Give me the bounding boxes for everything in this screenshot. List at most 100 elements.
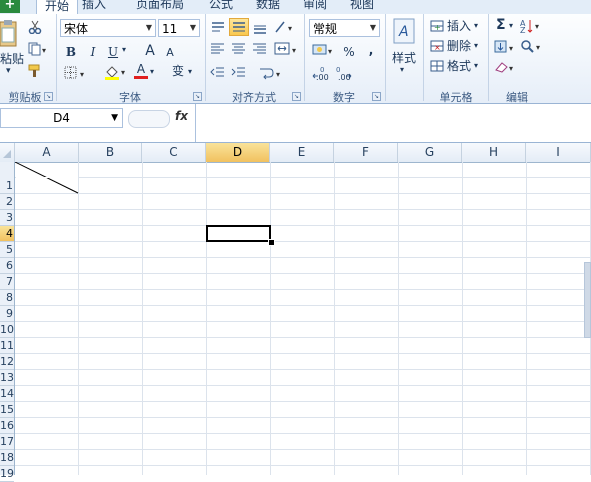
align-top-icon[interactable] [210, 20, 226, 37]
chevron-down-icon[interactable]: ▼ [367, 20, 379, 36]
paste-dropdown-icon[interactable]: ▾ [6, 66, 11, 76]
font-size-combo[interactable]: 11 ▼ [158, 19, 200, 37]
row-header[interactable]: 6 [0, 258, 14, 274]
number-launcher-icon[interactable]: ↘ [372, 92, 381, 101]
row-header-active[interactable]: 4 [0, 226, 14, 242]
underline-dropdown-icon[interactable]: ▾ [122, 45, 126, 54]
increase-indent-icon[interactable] [231, 66, 247, 83]
wrap-text-icon[interactable]: ▾ [258, 66, 284, 83]
alignment-launcher-icon[interactable]: ↘ [292, 92, 301, 101]
row-header[interactable]: 13 [0, 370, 14, 386]
align-middle-button[interactable] [229, 18, 249, 36]
formula-input[interactable] [195, 104, 591, 142]
fill-handle[interactable] [268, 239, 275, 246]
select-all-corner[interactable] [0, 143, 15, 162]
bold-button[interactable]: B [64, 43, 78, 61]
font-name-combo[interactable]: 宋体 ▼ [60, 19, 156, 37]
align-bottom-icon[interactable] [252, 20, 268, 37]
number-format-combo[interactable]: 常规 ▼ [309, 19, 380, 37]
format-painter-icon[interactable] [28, 64, 42, 81]
column-header[interactable]: E [270, 143, 334, 162]
row-header[interactable]: 14 [0, 386, 14, 402]
clear-icon[interactable]: ▾ [494, 60, 518, 77]
align-center-icon[interactable] [231, 42, 247, 59]
column-header[interactable]: F [334, 143, 398, 162]
align-left-icon[interactable] [210, 42, 226, 59]
tab-insert[interactable]: 插入 [82, 0, 106, 13]
fill-icon[interactable]: ▾ [494, 40, 518, 57]
sort-filter-icon[interactable]: A Z ▾ [520, 18, 544, 37]
insert-cells-icon[interactable]: + [430, 20, 444, 35]
autosum-button[interactable]: Σ [496, 17, 506, 33]
formula-bar-splitter[interactable] [128, 110, 170, 128]
row-header[interactable]: 18 [0, 450, 14, 466]
row-header[interactable]: 8 [0, 290, 14, 306]
paste-icon[interactable] [0, 20, 18, 48]
insert-cells-label[interactable]: 插入 [447, 17, 471, 34]
row-header[interactable]: 1 [0, 162, 14, 194]
row-header[interactable]: 5 [0, 242, 14, 258]
comma-button[interactable]: , [366, 41, 376, 59]
chevron-down-icon[interactable]: ▼ [111, 109, 118, 127]
name-box[interactable]: D4 ▼ [0, 108, 123, 128]
decrease-indent-icon[interactable] [210, 66, 226, 83]
column-header[interactable]: H [462, 143, 526, 162]
format-dropdown-icon[interactable]: ▾ [474, 61, 478, 70]
row-header[interactable]: 7 [0, 274, 14, 290]
font-color-dropdown-icon[interactable]: ▾ [150, 67, 154, 76]
row-header[interactable]: 3 [0, 210, 14, 226]
align-right-icon[interactable] [252, 42, 268, 59]
borders-icon[interactable]: ▾ [64, 66, 88, 83]
row-header[interactable]: 9 [0, 306, 14, 322]
tab-home[interactable]: 开始 [36, 0, 79, 15]
paste-button-label[interactable]: 粘贴 [0, 50, 24, 67]
file-tab-button[interactable]: + [0, 0, 20, 13]
insert-function-button[interactable]: fx [175, 109, 188, 123]
tab-data[interactable]: 数据 [256, 0, 280, 13]
font-color-button[interactable]: A [134, 62, 148, 79]
percent-button[interactable]: % [342, 43, 356, 61]
currency-icon[interactable]: ▾ [312, 42, 336, 61]
vertical-scrollbar-thumb[interactable] [584, 262, 591, 338]
chevron-down-icon[interactable]: ▼ [187, 20, 199, 36]
clipboard-launcher-icon[interactable]: ↘ [44, 92, 53, 101]
tab-review[interactable]: 审阅 [303, 0, 327, 13]
font-launcher-icon[interactable]: ↘ [193, 92, 202, 101]
row-header[interactable]: 11 [0, 338, 14, 354]
column-header[interactable]: I [526, 143, 591, 162]
format-cells-icon[interactable] [430, 60, 444, 75]
tab-page-layout[interactable]: 页面布局 [136, 0, 184, 13]
delete-cells-label[interactable]: 删除 [447, 37, 471, 54]
copy-icon[interactable]: ▾ [28, 42, 50, 59]
cut-icon[interactable] [28, 20, 42, 37]
active-cell-selection[interactable] [206, 225, 271, 242]
autosum-dropdown-icon[interactable]: ▾ [509, 21, 513, 30]
tab-formulas[interactable]: 公式 [209, 0, 233, 13]
insert-dropdown-icon[interactable]: ▾ [474, 21, 478, 30]
row-header[interactable]: 16 [0, 418, 14, 434]
column-header-active[interactable]: D [206, 143, 270, 162]
underline-button[interactable]: U [106, 43, 120, 61]
format-cells-label[interactable]: 格式 [447, 57, 471, 74]
styles-dropdown-icon[interactable]: ▾ [400, 65, 404, 74]
column-header[interactable]: B [79, 143, 142, 162]
styles-icon[interactable]: A [393, 18, 415, 44]
column-header[interactable]: C [142, 143, 206, 162]
find-select-icon[interactable]: ▾ [520, 39, 546, 58]
row-header[interactable]: 15 [0, 402, 14, 418]
merge-center-icon[interactable]: ▾ [274, 42, 300, 59]
column-header[interactable]: A [15, 143, 79, 162]
chevron-down-icon[interactable]: ▼ [143, 20, 155, 36]
delete-dropdown-icon[interactable]: ▾ [474, 41, 478, 50]
decrease-decimal-button[interactable]: 0 .00 [334, 64, 354, 85]
increase-decimal-button[interactable]: 0 .00 [312, 64, 332, 85]
row-header[interactable]: 19 [0, 466, 14, 482]
cell-grid[interactable] [15, 162, 591, 475]
row-header[interactable]: 10 [0, 322, 14, 338]
phonetic-button[interactable]: 变 [170, 62, 186, 80]
grow-font-button[interactable]: A [143, 42, 157, 60]
fill-color-icon[interactable]: ▾ [104, 64, 128, 83]
shrink-font-button[interactable]: A [163, 44, 177, 62]
delete-cells-icon[interactable]: × [430, 40, 444, 55]
row-header[interactable]: 12 [0, 354, 14, 370]
